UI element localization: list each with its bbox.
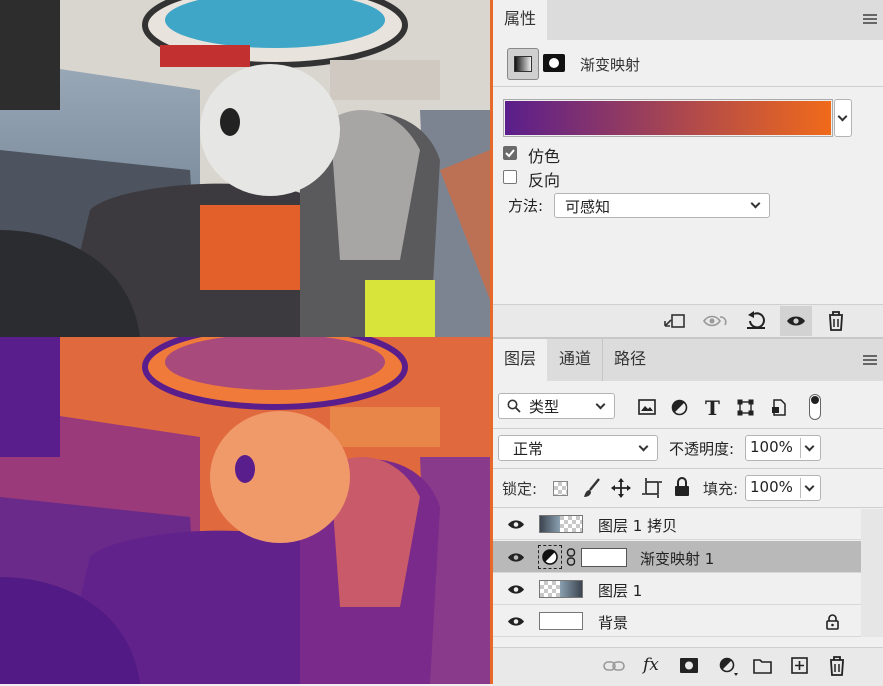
properties-tabbar: 属性	[493, 0, 883, 40]
dither-checkbox[interactable]	[503, 146, 517, 160]
layer-list: 图层 1 拷贝 渐变映射 1 图层 1 背景	[493, 509, 883, 639]
new-layer-icon[interactable]	[791, 657, 808, 674]
layer-thumbnail	[539, 612, 583, 630]
fill-value: 100%	[750, 478, 793, 496]
visibility-eye-icon[interactable]	[507, 584, 525, 595]
tab-properties[interactable]: 属性	[493, 0, 547, 40]
lock-artboard-icon[interactable]	[642, 478, 662, 498]
filter-kind-value: 类型	[529, 398, 560, 416]
method-value: 可感知	[565, 198, 611, 216]
lock-position-move-icon[interactable]	[611, 478, 631, 498]
chevron-down-icon	[804, 481, 815, 492]
add-mask-icon[interactable]	[680, 658, 698, 673]
fx-icon[interactable]: fx	[643, 655, 659, 675]
smart-object-filter-icon[interactable]	[771, 399, 787, 416]
lock-pixels-brush-icon[interactable]	[583, 478, 601, 498]
tab-paths[interactable]: 路径	[603, 339, 657, 381]
lock-icon	[826, 614, 839, 630]
chevron-down-icon	[595, 399, 606, 410]
adjustment-layer-icon[interactable]	[538, 545, 562, 569]
visibility-eye-icon[interactable]	[507, 616, 525, 627]
original-photo	[0, 0, 490, 337]
view-previous-icon[interactable]	[703, 312, 729, 330]
cockpit-photo-original	[0, 0, 490, 337]
method-select[interactable]: 可感知	[554, 193, 770, 218]
new-adjustment-icon[interactable]	[719, 657, 739, 677]
layers-footer: fx	[493, 648, 883, 686]
layer-row-selected[interactable]: 渐变映射 1	[493, 541, 861, 573]
tab-layers[interactable]: 图层	[493, 339, 547, 381]
fill-label: 填充:	[703, 480, 739, 498]
blend-mode-select[interactable]: 正常	[498, 435, 658, 461]
reverse-checkbox[interactable]	[503, 170, 517, 184]
properties-panel: 属性 渐变映射 仿色 反向 方法: 可感知	[493, 0, 883, 337]
visibility-eye-icon[interactable]	[507, 519, 525, 530]
lock-all-icon[interactable]	[674, 477, 690, 497]
opacity-input[interactable]: 100%	[745, 435, 821, 461]
layer-thumbnail	[539, 515, 583, 533]
adjustment-filter-icon[interactable]	[671, 399, 688, 416]
gradient-map-adjustment-icon[interactable]	[507, 48, 539, 80]
mask-link-icon[interactable]	[566, 548, 576, 566]
panel-menu-icon[interactable]	[863, 355, 877, 366]
layer-name: 渐变映射 1	[640, 550, 715, 568]
layer-mask-thumbnail[interactable]	[581, 548, 627, 567]
search-icon	[507, 399, 521, 413]
adjustment-title: 渐变映射	[580, 56, 641, 74]
gradient-map-preview	[0, 337, 490, 684]
divider	[493, 507, 883, 508]
layer-row[interactable]: 背景	[493, 606, 861, 637]
visibility-eye-icon	[787, 316, 805, 326]
chevron-down-icon	[750, 198, 761, 209]
link-layers-icon[interactable]	[603, 660, 625, 672]
shape-filter-icon[interactable]	[737, 399, 754, 416]
dither-label: 仿色	[528, 147, 561, 166]
lock-label: 锁定:	[502, 480, 538, 498]
image-filter-icon[interactable]	[638, 399, 656, 415]
opacity-value: 100%	[750, 438, 793, 456]
layer-name: 图层 1 拷贝	[598, 517, 678, 535]
visibility-eye-icon[interactable]	[507, 552, 525, 563]
layer-row[interactable]: 图层 1	[493, 574, 861, 605]
toggle-visibility-button[interactable]	[780, 306, 812, 336]
divider	[493, 86, 883, 87]
properties-footer	[493, 305, 883, 337]
new-group-icon[interactable]	[753, 658, 772, 674]
chevron-down-icon	[638, 441, 649, 452]
adjustment-circle-icon	[542, 549, 558, 565]
gradient-swatch[interactable]	[505, 101, 831, 135]
fill-input[interactable]: 100%	[745, 475, 821, 501]
gradient-dropdown[interactable]	[834, 99, 852, 137]
checkmark-icon	[505, 149, 515, 158]
type-filter-icon[interactable]: T	[705, 396, 720, 420]
filter-toggle-icon[interactable]	[809, 394, 821, 420]
cockpit-photo-gradient-mapped	[0, 337, 490, 684]
reset-icon[interactable]	[745, 311, 767, 331]
clip-to-layer-icon[interactable]	[663, 312, 687, 330]
layer-filter-select[interactable]: 类型	[498, 393, 615, 419]
layer-row[interactable]: 图层 1 拷贝	[493, 509, 861, 540]
lock-transparency-icon[interactable]	[553, 481, 568, 496]
chevron-down-icon	[837, 111, 848, 122]
blend-mode-value: 正常	[513, 440, 544, 458]
layer-list-scrollbar[interactable]	[861, 509, 883, 637]
layer-name: 图层 1	[598, 582, 643, 600]
layer-name: 背景	[598, 614, 629, 632]
trash-icon[interactable]	[827, 311, 845, 331]
panel-menu-icon[interactable]	[863, 14, 877, 25]
gradient-preview[interactable]	[503, 99, 833, 137]
divider	[493, 428, 883, 429]
layer-mask-icon[interactable]	[543, 54, 565, 72]
divider	[493, 468, 883, 469]
reverse-label: 反向	[528, 171, 561, 190]
layers-panel: 图层 通道 路径 类型 T 正常 不透明度: 100% 锁定: 填充: 100%…	[493, 337, 883, 686]
opacity-label: 不透明度:	[669, 440, 735, 458]
tab-channels[interactable]: 通道	[548, 339, 603, 381]
chevron-down-icon	[804, 441, 815, 452]
method-label: 方法:	[508, 197, 544, 215]
layers-tabbar: 图层 通道 路径	[493, 339, 883, 381]
delete-layer-icon[interactable]	[828, 656, 846, 676]
layer-thumbnail	[539, 580, 583, 598]
